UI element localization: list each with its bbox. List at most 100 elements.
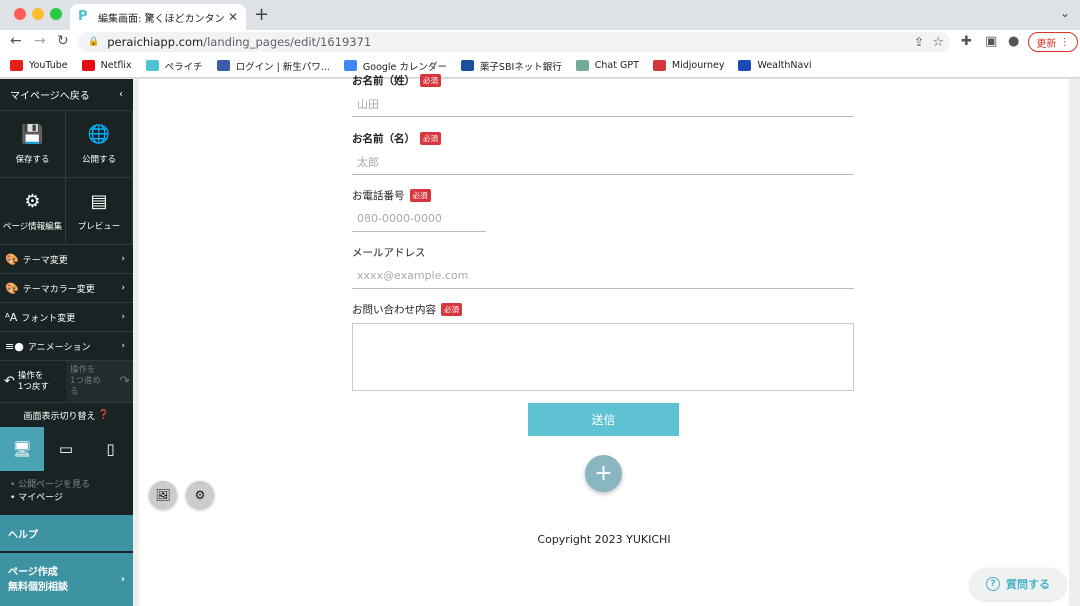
mypage-link[interactable]: • マイページ [10,492,123,505]
new-tab-button[interactable]: + [254,4,269,25]
lock-icon: 🔒 [88,37,100,47]
undo-button[interactable]: ↶ 操作を 1つ戻す [0,361,66,402]
side-panel-icon[interactable]: ▣ [985,34,997,49]
view-switch-label: 画面表示切り替え [23,411,96,422]
bookmark-favicon-icon [145,60,159,71]
inquiry-field: お問い合わせ内容 必須 [352,302,854,391]
last-name-label: お名前（姓） [352,75,415,87]
copyright-text: Copyright 2023 YUKICHI [537,533,671,546]
bookmark-item[interactable]: YouTube [10,60,68,71]
block-settings-button[interactable]: ⚙ [186,481,214,509]
chevron-left-icon: ‹ [119,89,123,100]
chevron-right-icon: › [121,341,125,351]
undo-arrow-icon: ↶ [4,374,15,389]
bookmark-item[interactable]: ログイン | 新生パワ... [216,59,330,73]
redo-button[interactable]: 操作を 1つ進める ↷ [66,361,133,402]
browser-tab[interactable]: P 編集画面: 驚くほどカンタン！無料 ✕ [70,4,246,30]
bookmark-item[interactable]: ペライチ [145,59,203,73]
ask-question-label: 質問する [1006,578,1050,591]
reload-icon[interactable]: ↻ [57,33,69,49]
url-path: /landing_pages/edit/1619371 [203,35,372,49]
update-label: 更新 [1036,38,1057,50]
help-button[interactable]: ヘルプ [0,515,133,551]
first-name-placeholder: 太郎 [357,155,379,169]
first-name-input[interactable]: 太郎 [352,149,854,175]
mobile-view-button[interactable]: ▯ [88,427,133,471]
page-info-label: ページ情報編集 [2,221,63,232]
free-consultation-button[interactable]: ページ作成 無料個別相談 › [0,553,133,606]
bookmark-favicon-icon [81,60,95,71]
submit-button[interactable]: 送信 [528,403,679,436]
back-to-mypage-button[interactable]: マイページへ戻る ‹ [0,79,133,111]
save-button[interactable]: 💾 保存する [0,111,66,178]
tab-search-chevron-icon[interactable]: ⌄ [1060,6,1070,20]
save-label: 保存する [15,154,50,165]
extensions-puzzle-icon[interactable]: ✚ [961,34,972,49]
help-label: ヘルプ [8,529,38,541]
image-icon: 🖼 [155,488,171,502]
first-name-field: お名前（名） 必須 太郎 [352,131,854,175]
help-question-icon[interactable]: ❓ [98,410,109,420]
back-to-mypage-label: マイページへ戻る [10,91,90,102]
publish-button[interactable]: 🌐 公開する [66,111,133,178]
gear-icon: ⚙ [24,190,41,212]
tablet-view-button[interactable]: ▭ [44,427,88,471]
theme-change-label: テーマ変更 [22,255,68,266]
phone-field: お電話番号 必須 080-0000-0000 [352,188,486,232]
phone-input[interactable]: 080-0000-0000 [352,206,486,232]
chevron-right-icon: › [120,574,125,585]
profile-avatar-icon[interactable]: ● [1008,34,1019,49]
chevron-right-icon: › [121,312,125,322]
email-input[interactable]: xxxx@example.com [352,263,854,289]
address-bar[interactable]: 🔒 peraichiapp.com/landing_pages/edit/161… [78,32,950,52]
back-arrow-icon[interactable]: ← [10,33,22,49]
bookmark-item[interactable]: WealthNavi [738,60,812,71]
public-page-link[interactable]: • 公開ページを見る [10,479,123,492]
bookmark-item[interactable]: 薬子SBIネット銀行 [460,59,562,73]
bookmark-label: ログイン | 新生パワ... [235,61,330,73]
phone-label: お電話番号 [352,190,405,202]
preview-document-icon: ▤ [90,190,108,212]
question-icon: ? [986,577,1000,591]
page-info-edit-button[interactable]: ⚙ ページ情報編集 [0,178,66,245]
add-block-button[interactable]: + [585,455,622,492]
bookmark-label: Chat GPT [594,60,639,71]
tablet-icon: ▭ [58,440,74,458]
editor-canvas: お名前（姓） 必須 山田 お名前（名） 必須 太郎 お電話番号 必須 080-0000… [133,74,1080,606]
floppy-disk-icon: 💾 [21,123,44,145]
bookmark-item[interactable]: Chat GPT [575,60,639,71]
desktop-monitor-icon: 🖥 [12,440,32,458]
theme-color-change-item[interactable]: 🎨 テーマカラー変更 › [0,274,133,303]
last-name-input[interactable]: 山田 [352,91,854,117]
first-name-label: お名前（名） [352,133,415,145]
animation-label: アニメーション [27,342,91,353]
palette-icon: 🎨 [5,252,19,266]
bookmark-item[interactable]: Google カレンダー [343,59,447,73]
share-icon[interactable]: ⇪ [914,35,924,49]
forward-arrow-icon[interactable]: → [34,33,46,49]
update-button[interactable]: 更新 ⋮ [1028,32,1078,52]
close-tab-icon[interactable]: ✕ [228,10,238,24]
ask-question-button[interactable]: ? 質問する [970,568,1066,600]
minimize-window-button[interactable] [32,8,44,20]
image-settings-button[interactable]: 🖼 [149,481,177,509]
smartphone-icon: ▯ [106,440,115,458]
close-window-button[interactable] [14,8,26,20]
font-change-item[interactable]: ᴬA フォント変更 › [0,303,133,332]
animation-item[interactable]: ≡● アニメーション › [0,332,133,361]
globe-icon: 🌐 [87,123,111,145]
chevron-right-icon: › [121,283,125,293]
inquiry-textarea[interactable] [352,323,854,391]
bookmark-item[interactable]: Midjourney [652,60,724,71]
maximize-window-button[interactable] [50,8,62,20]
desktop-view-button[interactable]: 🖥 [0,427,44,471]
bookmark-favicon-icon [10,60,23,71]
theme-change-item[interactable]: 🎨 テーマ変更 › [0,245,133,274]
preview-button[interactable]: ▤ プレビュー [66,178,133,245]
font-icon: ᴬA [5,310,18,324]
bookmark-item[interactable]: Netflix [81,60,132,71]
mypage-link-label: マイページ [18,493,63,503]
inquiry-label: お問い合わせ内容 [352,304,436,316]
animation-icon: ≡● [5,339,24,353]
bookmark-star-icon[interactable]: ☆ [932,35,944,50]
